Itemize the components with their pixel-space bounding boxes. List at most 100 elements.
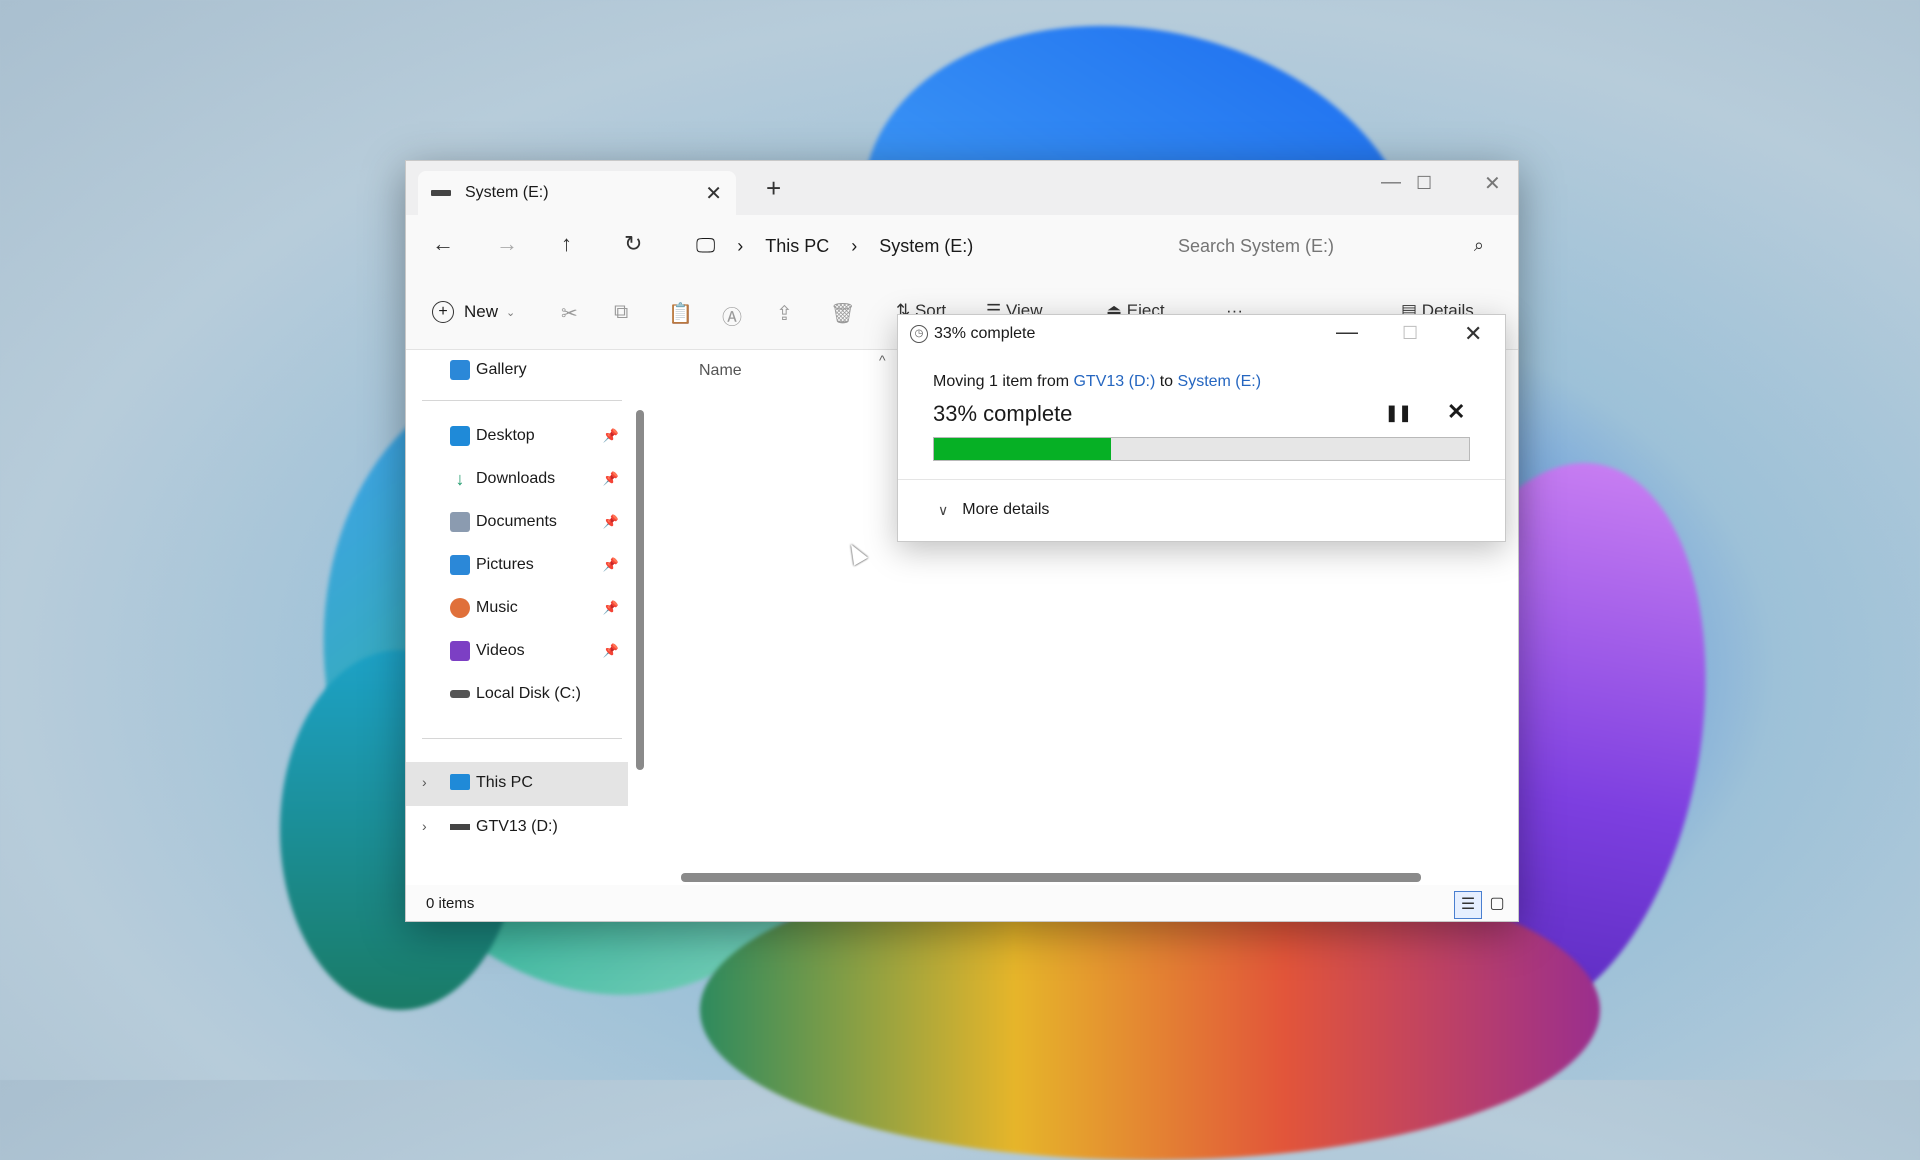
sidebar-item-label: Local Disk (C:) bbox=[476, 685, 581, 702]
cancel-button[interactable]: ✕ bbox=[1447, 399, 1465, 425]
sidebar-item-downloads[interactable]: ↓ Downloads 📌 bbox=[450, 461, 625, 497]
drive-icon bbox=[431, 190, 451, 196]
sidebar-item-documents[interactable]: Documents 📌 bbox=[450, 504, 625, 540]
gallery-icon bbox=[450, 360, 470, 380]
pin-icon[interactable]: 📌 bbox=[603, 428, 619, 444]
progress-bar bbox=[933, 437, 1470, 461]
sidebar-item-videos[interactable]: Videos 📌 bbox=[450, 633, 625, 669]
divider bbox=[422, 738, 622, 739]
paste-icon[interactable]: 📋 bbox=[668, 301, 693, 326]
minimize-button[interactable]: — bbox=[1381, 171, 1401, 194]
title-bar: System (E:) ✕ + — ☐ ✕ bbox=[406, 161, 1518, 215]
divider bbox=[898, 479, 1505, 480]
documents-icon bbox=[450, 512, 470, 532]
share-icon[interactable]: ⇪ bbox=[776, 301, 793, 326]
sidebar-item-this-pc[interactable]: › This PC bbox=[406, 762, 628, 806]
dialog-close-button[interactable]: ✕ bbox=[1464, 321, 1482, 347]
tab-title: System (E:) bbox=[465, 184, 549, 201]
dialog-maximize-button[interactable]: ☐ bbox=[1402, 323, 1418, 344]
rename-icon[interactable]: Ⓐ bbox=[722, 301, 742, 330]
copy-progress-dialog: ◷ 33% complete — ☐ ✕ Moving 1 item from … bbox=[897, 314, 1506, 542]
sidebar-item-pictures[interactable]: Pictures 📌 bbox=[450, 547, 625, 583]
search-icon[interactable]: ⌕ bbox=[1474, 235, 1484, 256]
breadcrumb-system-e[interactable]: System (E:) bbox=[879, 236, 973, 257]
new-tab-button[interactable]: + bbox=[766, 173, 781, 204]
copy-icon[interactable]: ⧉ bbox=[614, 301, 628, 324]
sidebar-item-music[interactable]: Music 📌 bbox=[450, 590, 625, 626]
sidebar-item-label: Documents bbox=[476, 513, 557, 530]
more-details-label: More details bbox=[962, 501, 1050, 518]
sidebar-item-label: Music bbox=[476, 599, 518, 616]
sort-ascending-icon: ^ bbox=[879, 352, 886, 368]
column-header-name[interactable]: Name bbox=[699, 362, 742, 380]
sidebar-item-label: Downloads bbox=[476, 470, 556, 487]
navigation-pane: Gallery Desktop 📌 ↓ Downloads 📌 Document… bbox=[406, 350, 628, 862]
pin-icon[interactable]: 📌 bbox=[603, 643, 619, 659]
status-bar: 0 items ☰ ▢ bbox=[406, 885, 1518, 921]
sidebar-scrollbar[interactable] bbox=[636, 410, 644, 770]
chevron-right-icon[interactable]: › bbox=[422, 774, 427, 790]
computer-icon bbox=[450, 774, 470, 790]
drive-icon bbox=[450, 824, 470, 830]
progress-fill bbox=[934, 438, 1111, 460]
progress-heading: 33% complete bbox=[933, 401, 1073, 426]
desktop-icon bbox=[450, 426, 470, 446]
search-input[interactable] bbox=[1176, 234, 1450, 258]
maximize-button[interactable]: ☐ bbox=[1416, 173, 1432, 194]
new-label: New bbox=[464, 302, 499, 321]
close-button[interactable]: ✕ bbox=[1484, 171, 1501, 196]
pin-icon[interactable]: 📌 bbox=[603, 557, 619, 573]
navigation-bar: ← → ↑ ↻ 🖵 › This PC › System (E:) ⌕ bbox=[406, 215, 1518, 280]
move-description: Moving 1 item from GTV13 (D:) to System … bbox=[933, 373, 1261, 391]
up-arrow-icon[interactable]: ↑ bbox=[561, 231, 572, 257]
refresh-icon[interactable]: ↻ bbox=[624, 231, 642, 257]
tab-close-icon[interactable]: ✕ bbox=[705, 181, 722, 206]
breadcrumb: 🖵 › This PC › System (E:) bbox=[696, 235, 995, 258]
chevron-down-icon: ⌄ bbox=[506, 306, 516, 319]
monitor-icon[interactable]: 🖵 bbox=[696, 235, 715, 258]
chevron-down-icon: ∨ bbox=[938, 501, 949, 518]
pin-icon[interactable]: 📌 bbox=[603, 471, 619, 487]
back-arrow-icon[interactable]: ← bbox=[432, 231, 454, 257]
sidebar-item-label: Gallery bbox=[476, 361, 527, 378]
source-link[interactable]: GTV13 (D:) bbox=[1073, 373, 1155, 390]
sidebar-item-local-disk-c[interactable]: Local Disk (C:) bbox=[450, 676, 625, 712]
move-prefix: Moving 1 item from bbox=[933, 373, 1074, 390]
item-count: 0 items bbox=[426, 895, 475, 912]
sidebar-item-label: Pictures bbox=[476, 556, 534, 573]
destination-link[interactable]: System (E:) bbox=[1178, 373, 1262, 390]
sidebar-item-desktop[interactable]: Desktop 📌 bbox=[450, 418, 625, 454]
dialog-minimize-button[interactable]: — bbox=[1336, 319, 1358, 345]
breadcrumb-separator-icon[interactable]: › bbox=[737, 236, 743, 257]
sidebar-item-gallery[interactable]: Gallery bbox=[450, 352, 625, 388]
tab-system-e[interactable]: System (E:) ✕ bbox=[418, 171, 736, 215]
pin-icon[interactable]: 📌 bbox=[603, 600, 619, 616]
divider bbox=[422, 400, 622, 401]
pause-button[interactable]: ❚❚ bbox=[1385, 403, 1412, 423]
clock-icon: ◷ bbox=[910, 325, 928, 343]
breadcrumb-this-pc[interactable]: This PC bbox=[765, 236, 829, 257]
drive-icon bbox=[450, 690, 470, 698]
plus-icon: + bbox=[432, 301, 454, 323]
breadcrumb-separator-icon[interactable]: › bbox=[851, 236, 857, 257]
forward-arrow-icon[interactable]: → bbox=[496, 231, 518, 257]
delete-icon[interactable]: 🗑 bbox=[830, 301, 855, 326]
sidebar-item-label: Videos bbox=[476, 642, 525, 659]
sidebar-item-gtv13-d[interactable]: › GTV13 (D:) bbox=[406, 806, 628, 850]
search-box: ⌕ bbox=[1156, 223, 1498, 269]
horizontal-scrollbar[interactable] bbox=[681, 873, 1421, 882]
chevron-right-icon[interactable]: › bbox=[422, 818, 427, 834]
pictures-icon bbox=[450, 555, 470, 575]
sidebar-item-label: GTV13 (D:) bbox=[476, 818, 558, 835]
sidebar-item-label: Desktop bbox=[476, 427, 535, 444]
dialog-title: 33% complete bbox=[934, 325, 1036, 342]
large-icons-view-icon[interactable]: ▢ bbox=[1484, 891, 1510, 917]
cut-icon[interactable]: ✂ bbox=[561, 301, 578, 326]
downloads-icon: ↓ bbox=[455, 469, 465, 489]
new-button[interactable]: + New ⌄ bbox=[432, 301, 515, 323]
videos-icon bbox=[450, 641, 470, 661]
details-view-icon[interactable]: ☰ bbox=[1454, 891, 1482, 919]
more-details-toggle[interactable]: ∨ More details bbox=[938, 501, 1049, 519]
music-icon bbox=[450, 598, 470, 618]
pin-icon[interactable]: 📌 bbox=[603, 514, 619, 530]
